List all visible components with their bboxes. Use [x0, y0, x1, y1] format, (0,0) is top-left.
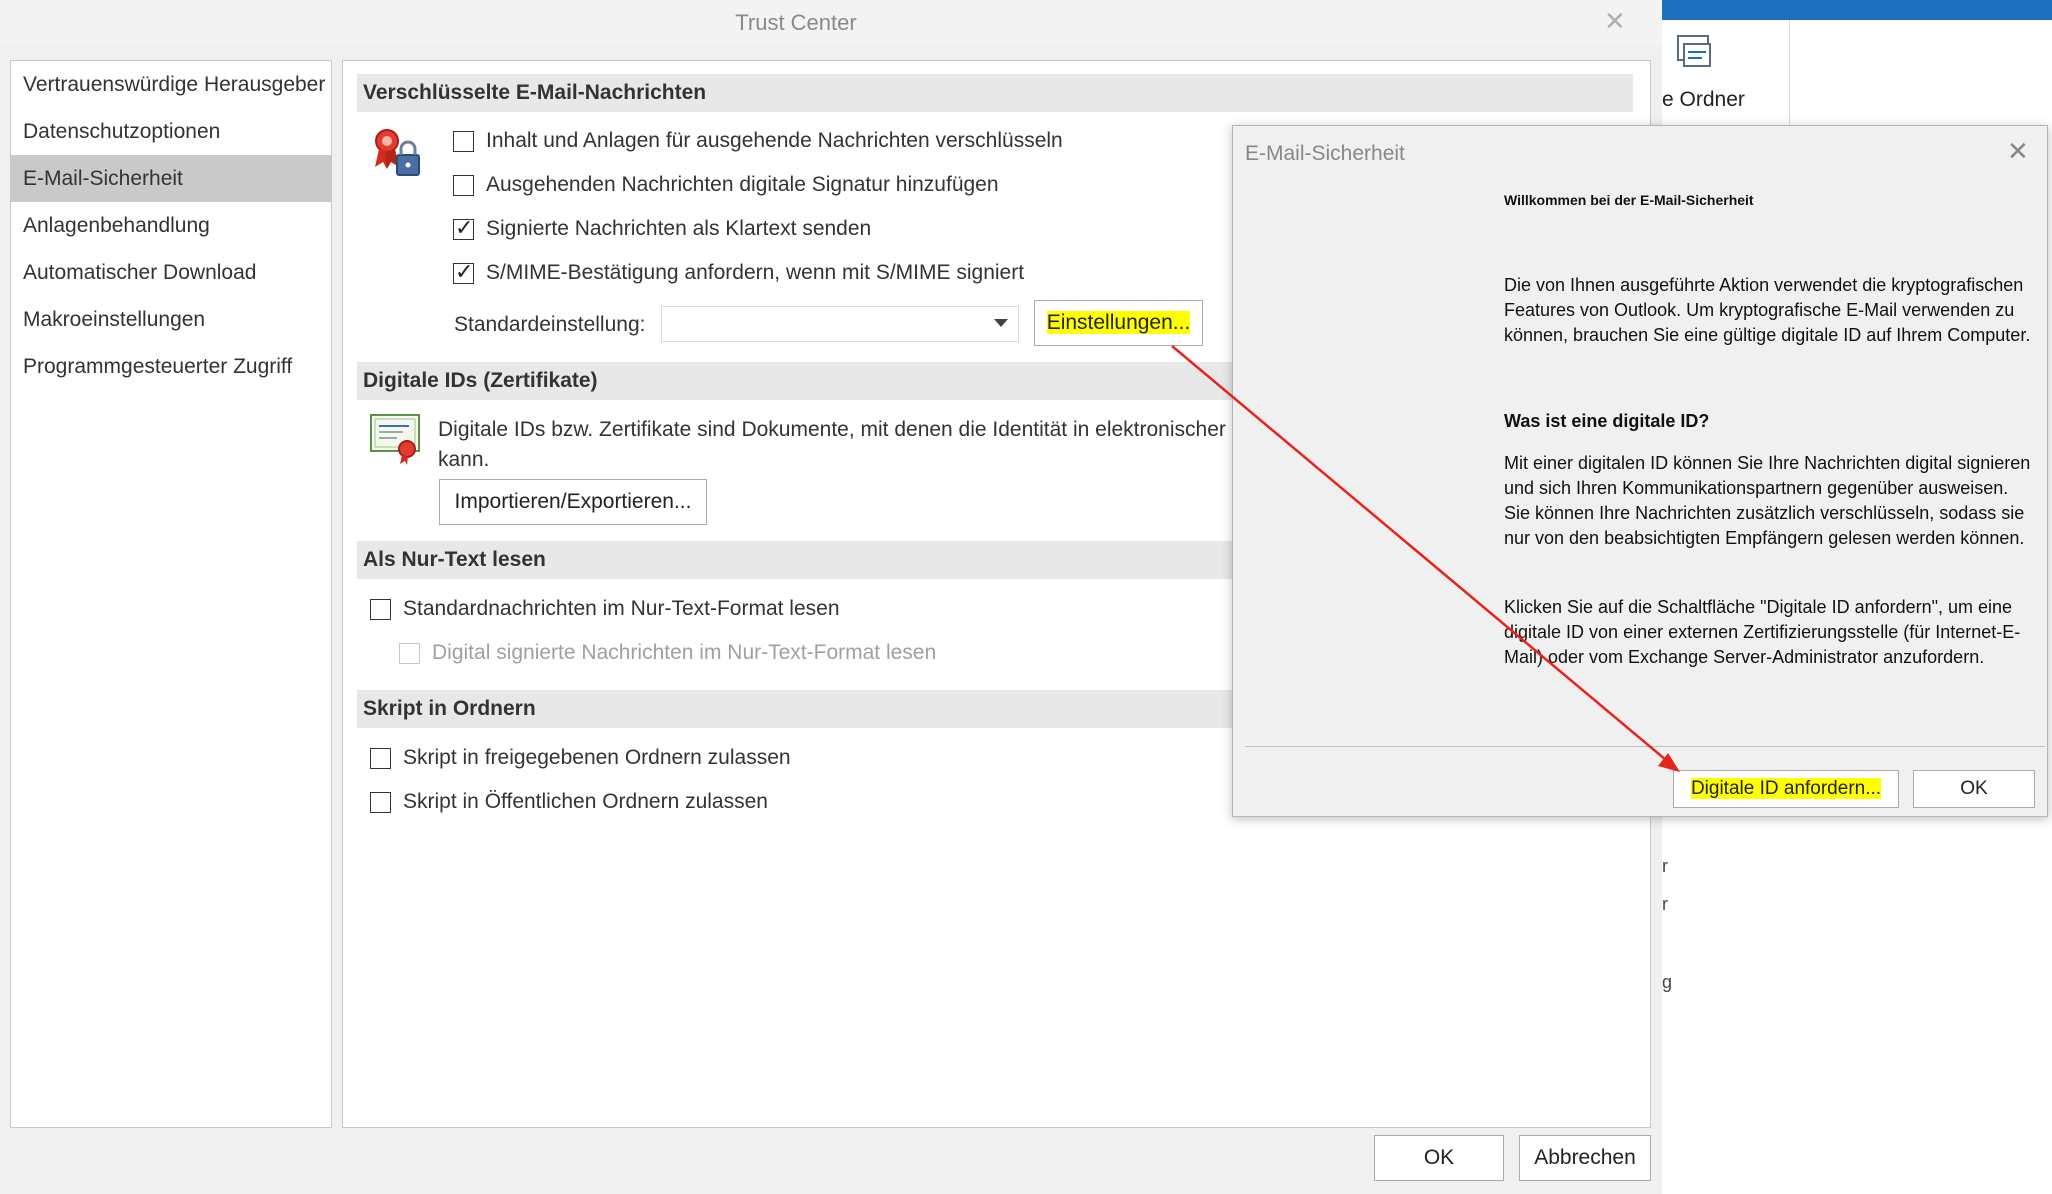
nav-item-macro-settings[interactable]: Makroeinstellungen — [11, 296, 331, 343]
import-export-button[interactable]: Importieren/Exportieren... — [439, 479, 707, 525]
certificate-lock-icon — [375, 129, 420, 176]
ribbon-divider — [1789, 20, 1790, 130]
smime-receipt-checkbox[interactable]: S/MIME-Bestätigung anfordern, wenn mit S… — [453, 259, 1025, 285]
nav-item-attachment-handling[interactable]: Anlagenbehandlung — [11, 202, 331, 249]
ok-button[interactable]: OK — [1374, 1135, 1504, 1181]
close-icon[interactable]: ✕ — [2007, 136, 2029, 167]
dialog-ok-button[interactable]: OK — [1913, 770, 2035, 808]
partial-glyph: r — [1662, 894, 1668, 914]
digital-ids-description-line1: Digitale IDs bzw. Zertifikate sind Dokum… — [438, 418, 1226, 441]
script-shared-folders-checkbox[interactable]: Skript in freigegebenen Ordnern zulassen — [370, 746, 791, 770]
settings-button[interactable]: Einstellungen... — [1034, 300, 1203, 346]
trust-center-nav: Vertrauenswürdige Herausgeber Datenschut… — [10, 60, 332, 1128]
add-signature-checkbox[interactable]: Ausgehenden Nachrichten digitale Signatu… — [453, 173, 999, 197]
close-icon[interactable]: ✕ — [1604, 6, 1626, 37]
checkbox-box[interactable] — [370, 747, 391, 769]
checkbox-label: Inhalt und Anlagen für ausgehende Nachri… — [486, 129, 1063, 152]
certificate-icon — [370, 414, 420, 465]
nav-item-email-security[interactable]: E-Mail-Sicherheit — [11, 155, 331, 202]
checkbox-label: Skript in Öffentlichen Ordnern zulassen — [403, 790, 768, 813]
default-setting-label: Standardeinstellung: — [454, 313, 646, 336]
window-title: Trust Center — [735, 10, 857, 35]
dialog-question: Was ist eine digitale ID? — [1504, 411, 1710, 431]
checkbox-box[interactable] — [453, 215, 474, 241]
checkbox-box[interactable] — [453, 174, 474, 196]
checkbox-label: S/MIME-Bestätigung anfordern, wenn mit S… — [486, 261, 1025, 284]
move-folder-icon[interactable] — [1672, 32, 1716, 76]
dialog-welcome: Willkommen bei der E-Mail-Sicherheit — [1504, 192, 1754, 208]
digital-ids-description-line2: kann. — [438, 448, 490, 471]
trust-center-titlebar: Trust Center ✕ — [0, 0, 1662, 46]
checkbox-box[interactable] — [453, 259, 474, 285]
chevron-down-icon[interactable] — [994, 319, 1008, 327]
email-security-dialog: E-Mail-Sicherheit ✕ Willkommen bei der E… — [1232, 125, 2048, 817]
script-public-folders-checkbox[interactable]: Skript in Öffentlichen Ordnern zulassen — [370, 790, 768, 814]
ribbon-title-bar — [1662, 0, 2052, 20]
settings-button-label: Einstellungen... — [1046, 311, 1191, 334]
read-plain-text-checkbox[interactable]: Standardnachrichten im Nur-Text-Format l… — [370, 597, 840, 621]
request-digital-id-label: Digitale ID anfordern... — [1690, 778, 1882, 799]
nav-item-programmatic-access[interactable]: Programmgesteuerter Zugriff — [11, 343, 331, 390]
nav-item-privacy-options[interactable]: Datenschutzoptionen — [11, 108, 331, 155]
dialog-separator — [1245, 746, 2045, 747]
dialog-explanation-text: Mit einer digitalen ID können Sie Ihre N… — [1504, 453, 2031, 548]
send-cleartext-checkbox[interactable]: Signierte Nachrichten als Klartext sende… — [453, 215, 872, 241]
request-digital-id-button[interactable]: Digitale ID anfordern... — [1673, 770, 1899, 808]
encrypt-outgoing-checkbox[interactable]: Inhalt und Anlagen für ausgehende Nachri… — [453, 129, 1063, 153]
checkbox-label: Skript in freigegebenen Ordnern zulassen — [403, 746, 791, 769]
checkbox-box[interactable] — [370, 598, 391, 620]
dialog-title: E-Mail-Sicherheit — [1245, 142, 1405, 165]
section-header-encrypted-email: Verschlüsselte E-Mail-Nachrichten — [357, 74, 1633, 112]
partial-glyph: r — [1662, 856, 1668, 876]
checkbox-label: Digital signierte Nachrichten im Nur-Tex… — [432, 641, 937, 664]
checkbox-box[interactable] — [453, 130, 474, 152]
nav-item-trusted-publishers[interactable]: Vertrauenswürdige Herausgeber — [11, 61, 331, 108]
checkbox-label: Standardnachrichten im Nur-Text-Format l… — [403, 597, 840, 620]
ribbon-folder-label[interactable]: e Ordner — [1662, 88, 1745, 112]
checkbox-label: Signierte Nachrichten als Klartext sende… — [486, 217, 872, 240]
default-setting-dropdown[interactable] — [661, 306, 1019, 342]
dialog-instruction-text: Klicken Sie auf die Schaltfläche "Digita… — [1504, 597, 2021, 667]
cancel-button[interactable]: Abbrechen — [1519, 1135, 1651, 1181]
checkbox-box[interactable] — [370, 791, 391, 813]
dialog-intro-text: Die von Ihnen ausgeführte Aktion verwend… — [1504, 275, 2031, 345]
nav-item-automatic-download[interactable]: Automatischer Download — [11, 249, 331, 296]
partial-glyph: g — [1662, 972, 1673, 992]
checkbox-label: Ausgehenden Nachrichten digitale Signatu… — [486, 173, 999, 196]
read-signed-plain-text-checkbox: Digital signierte Nachrichten im Nur-Tex… — [399, 641, 936, 665]
checkbox-box — [399, 642, 420, 664]
